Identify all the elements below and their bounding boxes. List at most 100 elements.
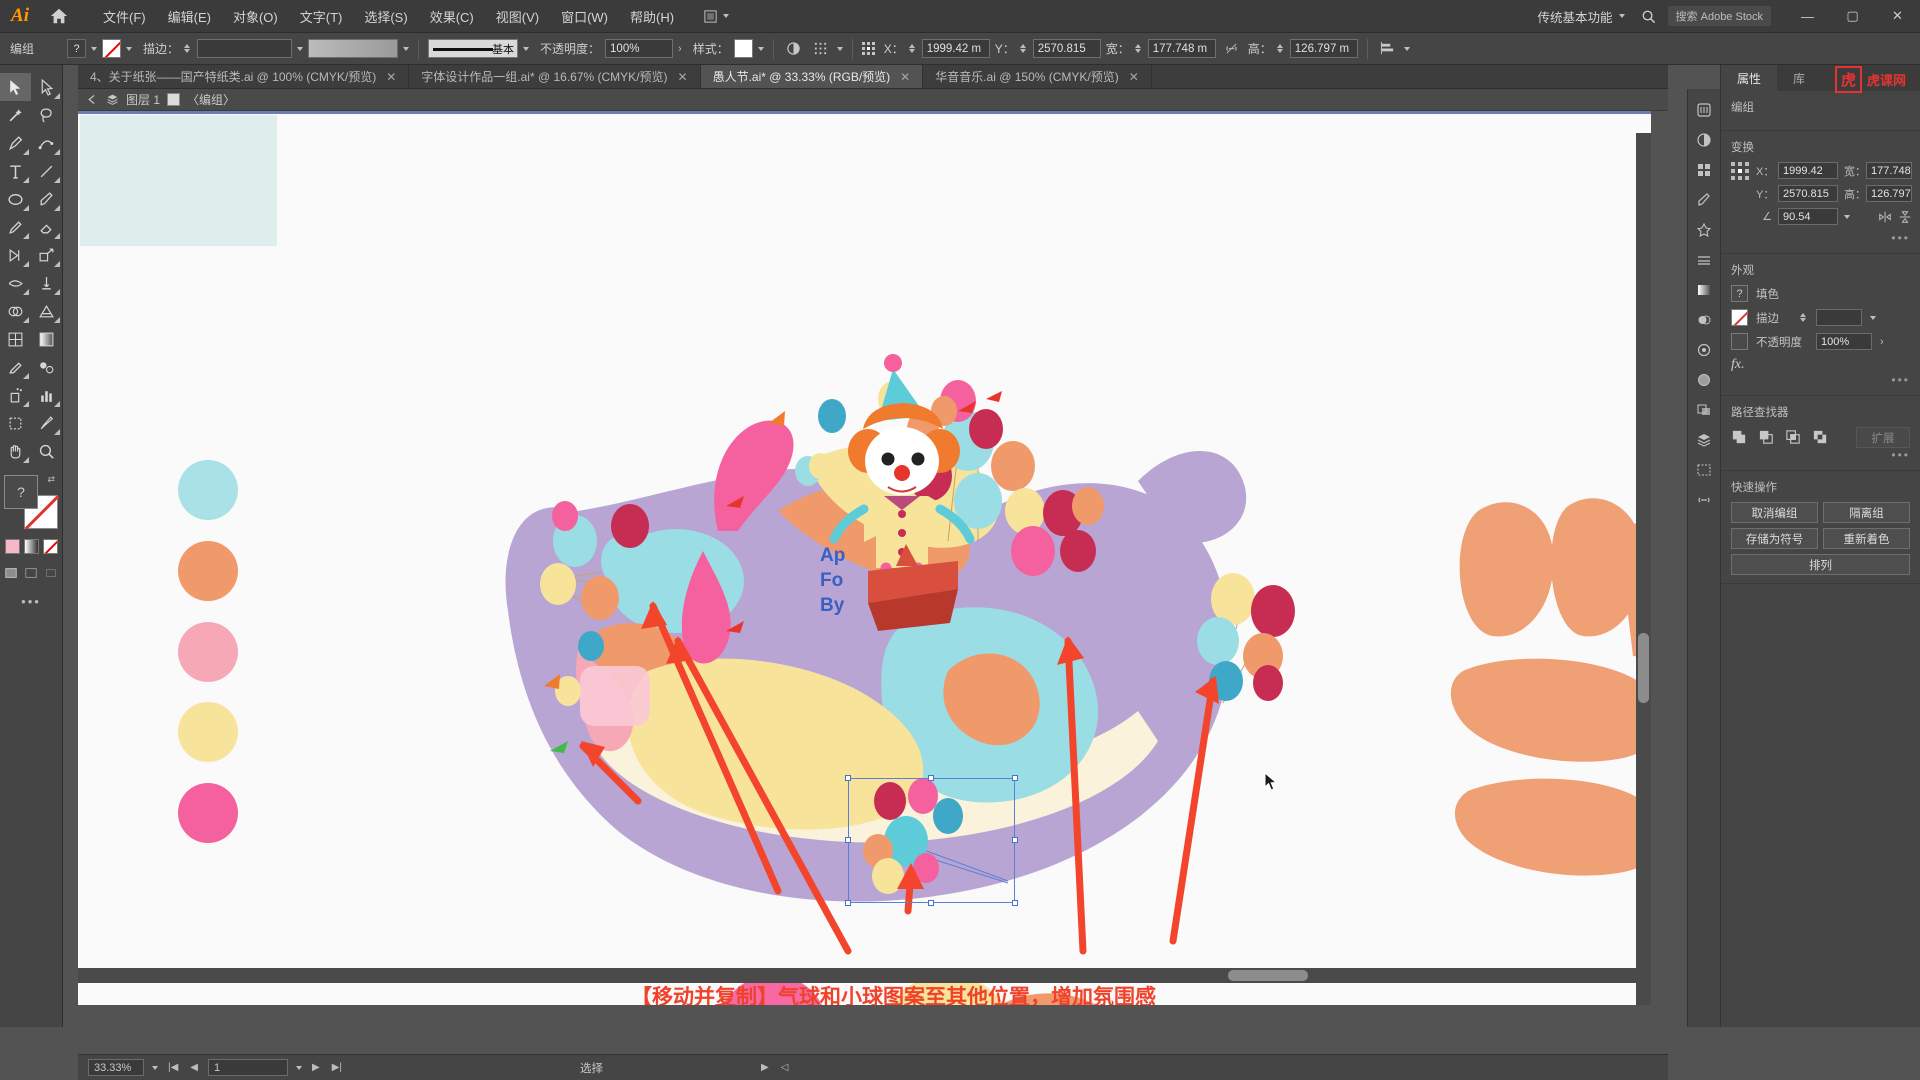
selection-handle[interactable]	[845, 837, 851, 843]
rail-artboards-icon[interactable]	[1688, 455, 1720, 485]
x-input[interactable]: 1999.42 m	[921, 39, 990, 58]
slice-tool[interactable]	[31, 409, 62, 437]
magic-wand-tool[interactable]	[0, 101, 31, 129]
pathfinder-minus-front-icon[interactable]	[1758, 429, 1775, 446]
save-as-symbol-button[interactable]: 存储为符号	[1731, 528, 1818, 549]
document-tab[interactable]: 4、关于纸张——国产特纸类.ai @ 100% (CMYK/预览) ✕	[78, 65, 410, 88]
document-tab[interactable]: 华音音乐.ai @ 150% (CMYK/预览) ✕	[923, 65, 1152, 88]
eraser-tool[interactable]	[31, 213, 62, 241]
close-icon[interactable]: ✕	[1129, 70, 1139, 84]
chevron-down-icon[interactable]	[1403, 46, 1410, 51]
pathfinder-exclude-icon[interactable]	[1812, 429, 1829, 446]
y-stepper[interactable]	[1019, 44, 1026, 53]
stroke-weight-input[interactable]	[197, 39, 293, 58]
tab-properties[interactable]: 属性	[1721, 65, 1778, 91]
selection-handle[interactable]	[1012, 775, 1018, 781]
document-tab-active[interactable]: 愚人节.ai* @ 33.33% (RGB/预览) ✕	[700, 65, 924, 88]
artboard-number-input[interactable]: 1	[208, 1059, 288, 1076]
breadcrumb-layer[interactable]: 图层 1	[126, 91, 160, 108]
h-input[interactable]: 126.797 m	[1289, 39, 1358, 58]
isolate-group-button[interactable]: 隔离组	[1823, 502, 1910, 523]
transform-w-input[interactable]: 177.748	[1866, 162, 1912, 179]
w-stepper[interactable]	[1134, 44, 1141, 53]
chevron-down-icon[interactable]	[297, 46, 304, 51]
selection-bounding-box[interactable]	[845, 775, 1018, 906]
gradient-button[interactable]	[23, 539, 39, 554]
shape-builder-tool[interactable]	[0, 297, 31, 325]
ungroup-button[interactable]: 取消编组	[1731, 502, 1818, 523]
artwork-canvas[interactable]: Ap Fo By 【移动并复制】气球和小球图案至其他位置，增加氛围感	[78, 111, 1651, 1005]
menu-file[interactable]: 文件(F)	[92, 3, 157, 30]
transform-x-input[interactable]: 1999.42	[1778, 162, 1838, 179]
fx-button[interactable]: fx.	[1731, 357, 1910, 373]
chevron-down-icon[interactable]	[152, 1065, 158, 1070]
chevron-down-icon[interactable]	[126, 46, 132, 51]
selection-handle[interactable]	[1012, 900, 1018, 906]
chevron-down-icon[interactable]	[1844, 214, 1850, 219]
chevron-down-icon[interactable]	[836, 46, 843, 51]
minimize-button[interactable]: —	[1785, 0, 1830, 33]
appearance-stroke-stepper[interactable]	[1800, 313, 1806, 322]
selection-handle[interactable]	[845, 775, 851, 781]
chevron-down-icon[interactable]	[91, 46, 97, 51]
symbol-sprayer-tool[interactable]	[0, 381, 31, 409]
breadcrumb-group[interactable]: 〈编组〉	[187, 91, 235, 108]
perspective-grid-tool[interactable]	[31, 297, 62, 325]
y-input[interactable]: 2570.815	[1032, 39, 1101, 58]
chevron-down-icon[interactable]	[403, 46, 410, 51]
reference-point-selector[interactable]	[861, 42, 875, 55]
home-icon[interactable]	[40, 0, 78, 33]
close-icon[interactable]: ✕	[900, 70, 910, 84]
rail-stroke-icon[interactable]	[1688, 245, 1720, 275]
selection-tool[interactable]	[0, 73, 31, 101]
ellipse-tool[interactable]	[0, 185, 31, 213]
workspace-selector[interactable]: 传统基本功能	[1528, 4, 1635, 29]
line-segment-tool[interactable]	[31, 157, 62, 185]
status-flyout-icon[interactable]: ▶	[759, 1062, 771, 1073]
arrange-button[interactable]: 排列	[1731, 554, 1910, 575]
rail-gradient-icon[interactable]	[1688, 275, 1720, 305]
appearance-opacity-icon[interactable]	[1731, 333, 1748, 350]
last-artboard-button[interactable]: ▶|	[330, 1062, 344, 1073]
type-tool[interactable]	[0, 157, 31, 185]
menu-effect[interactable]: 效果(C)	[419, 3, 485, 30]
tab-libraries[interactable]: 库	[1777, 65, 1821, 91]
appearance-opacity-input[interactable]: 100%	[1816, 333, 1872, 350]
edit-toolbar-icon[interactable]: •••	[0, 594, 62, 609]
column-graph-tool[interactable]	[31, 381, 62, 409]
stroke-style-preview[interactable]	[308, 39, 399, 58]
rail-color-icon[interactable]	[1688, 125, 1720, 155]
menu-window[interactable]: 窗口(W)	[550, 3, 619, 30]
rail-swatches-icon[interactable]	[1688, 155, 1720, 185]
direct-selection-tool[interactable]	[31, 73, 62, 101]
graphic-style-swatch[interactable]	[733, 39, 753, 58]
menu-select[interactable]: 选择(S)	[353, 3, 418, 30]
curvature-tool[interactable]	[31, 129, 62, 157]
eyedropper-tool[interactable]	[0, 353, 31, 381]
rail-links-icon[interactable]	[1688, 485, 1720, 515]
w-input[interactable]: 177.748 m	[1147, 39, 1216, 58]
blend-tool[interactable]	[31, 353, 62, 381]
pen-tool[interactable]	[0, 129, 31, 157]
close-icon[interactable]: ✕	[678, 70, 688, 84]
flip-horizontal-icon[interactable]	[1878, 210, 1892, 224]
opacity-input[interactable]: 100%	[605, 39, 674, 58]
rail-appearance-icon[interactable]	[1688, 335, 1720, 365]
transform-h-input[interactable]: 126.797	[1866, 185, 1912, 202]
chevron-down-icon[interactable]	[296, 1065, 302, 1070]
pathfinder-unite-icon[interactable]	[1731, 429, 1748, 446]
rail-brushes-icon[interactable]	[1688, 185, 1720, 215]
back-arrow-icon[interactable]	[86, 93, 99, 106]
selection-handle[interactable]	[928, 900, 934, 906]
rotate-tool[interactable]	[0, 241, 31, 269]
opacity-flyout-icon[interactable]: ›	[678, 43, 682, 55]
zoom-tool[interactable]	[31, 437, 62, 465]
selection-handle[interactable]	[845, 900, 851, 906]
pencil-tool[interactable]	[0, 213, 31, 241]
menu-type[interactable]: 文字(T)	[289, 3, 354, 30]
fill-color-swatch[interactable]: ?	[67, 39, 86, 58]
transform-reference-point[interactable]	[1731, 162, 1749, 180]
paintbrush-tool[interactable]	[31, 185, 62, 213]
stroke-weight-stepper[interactable]	[184, 44, 191, 53]
appearance-more-options-icon[interactable]: •••	[1731, 373, 1910, 387]
